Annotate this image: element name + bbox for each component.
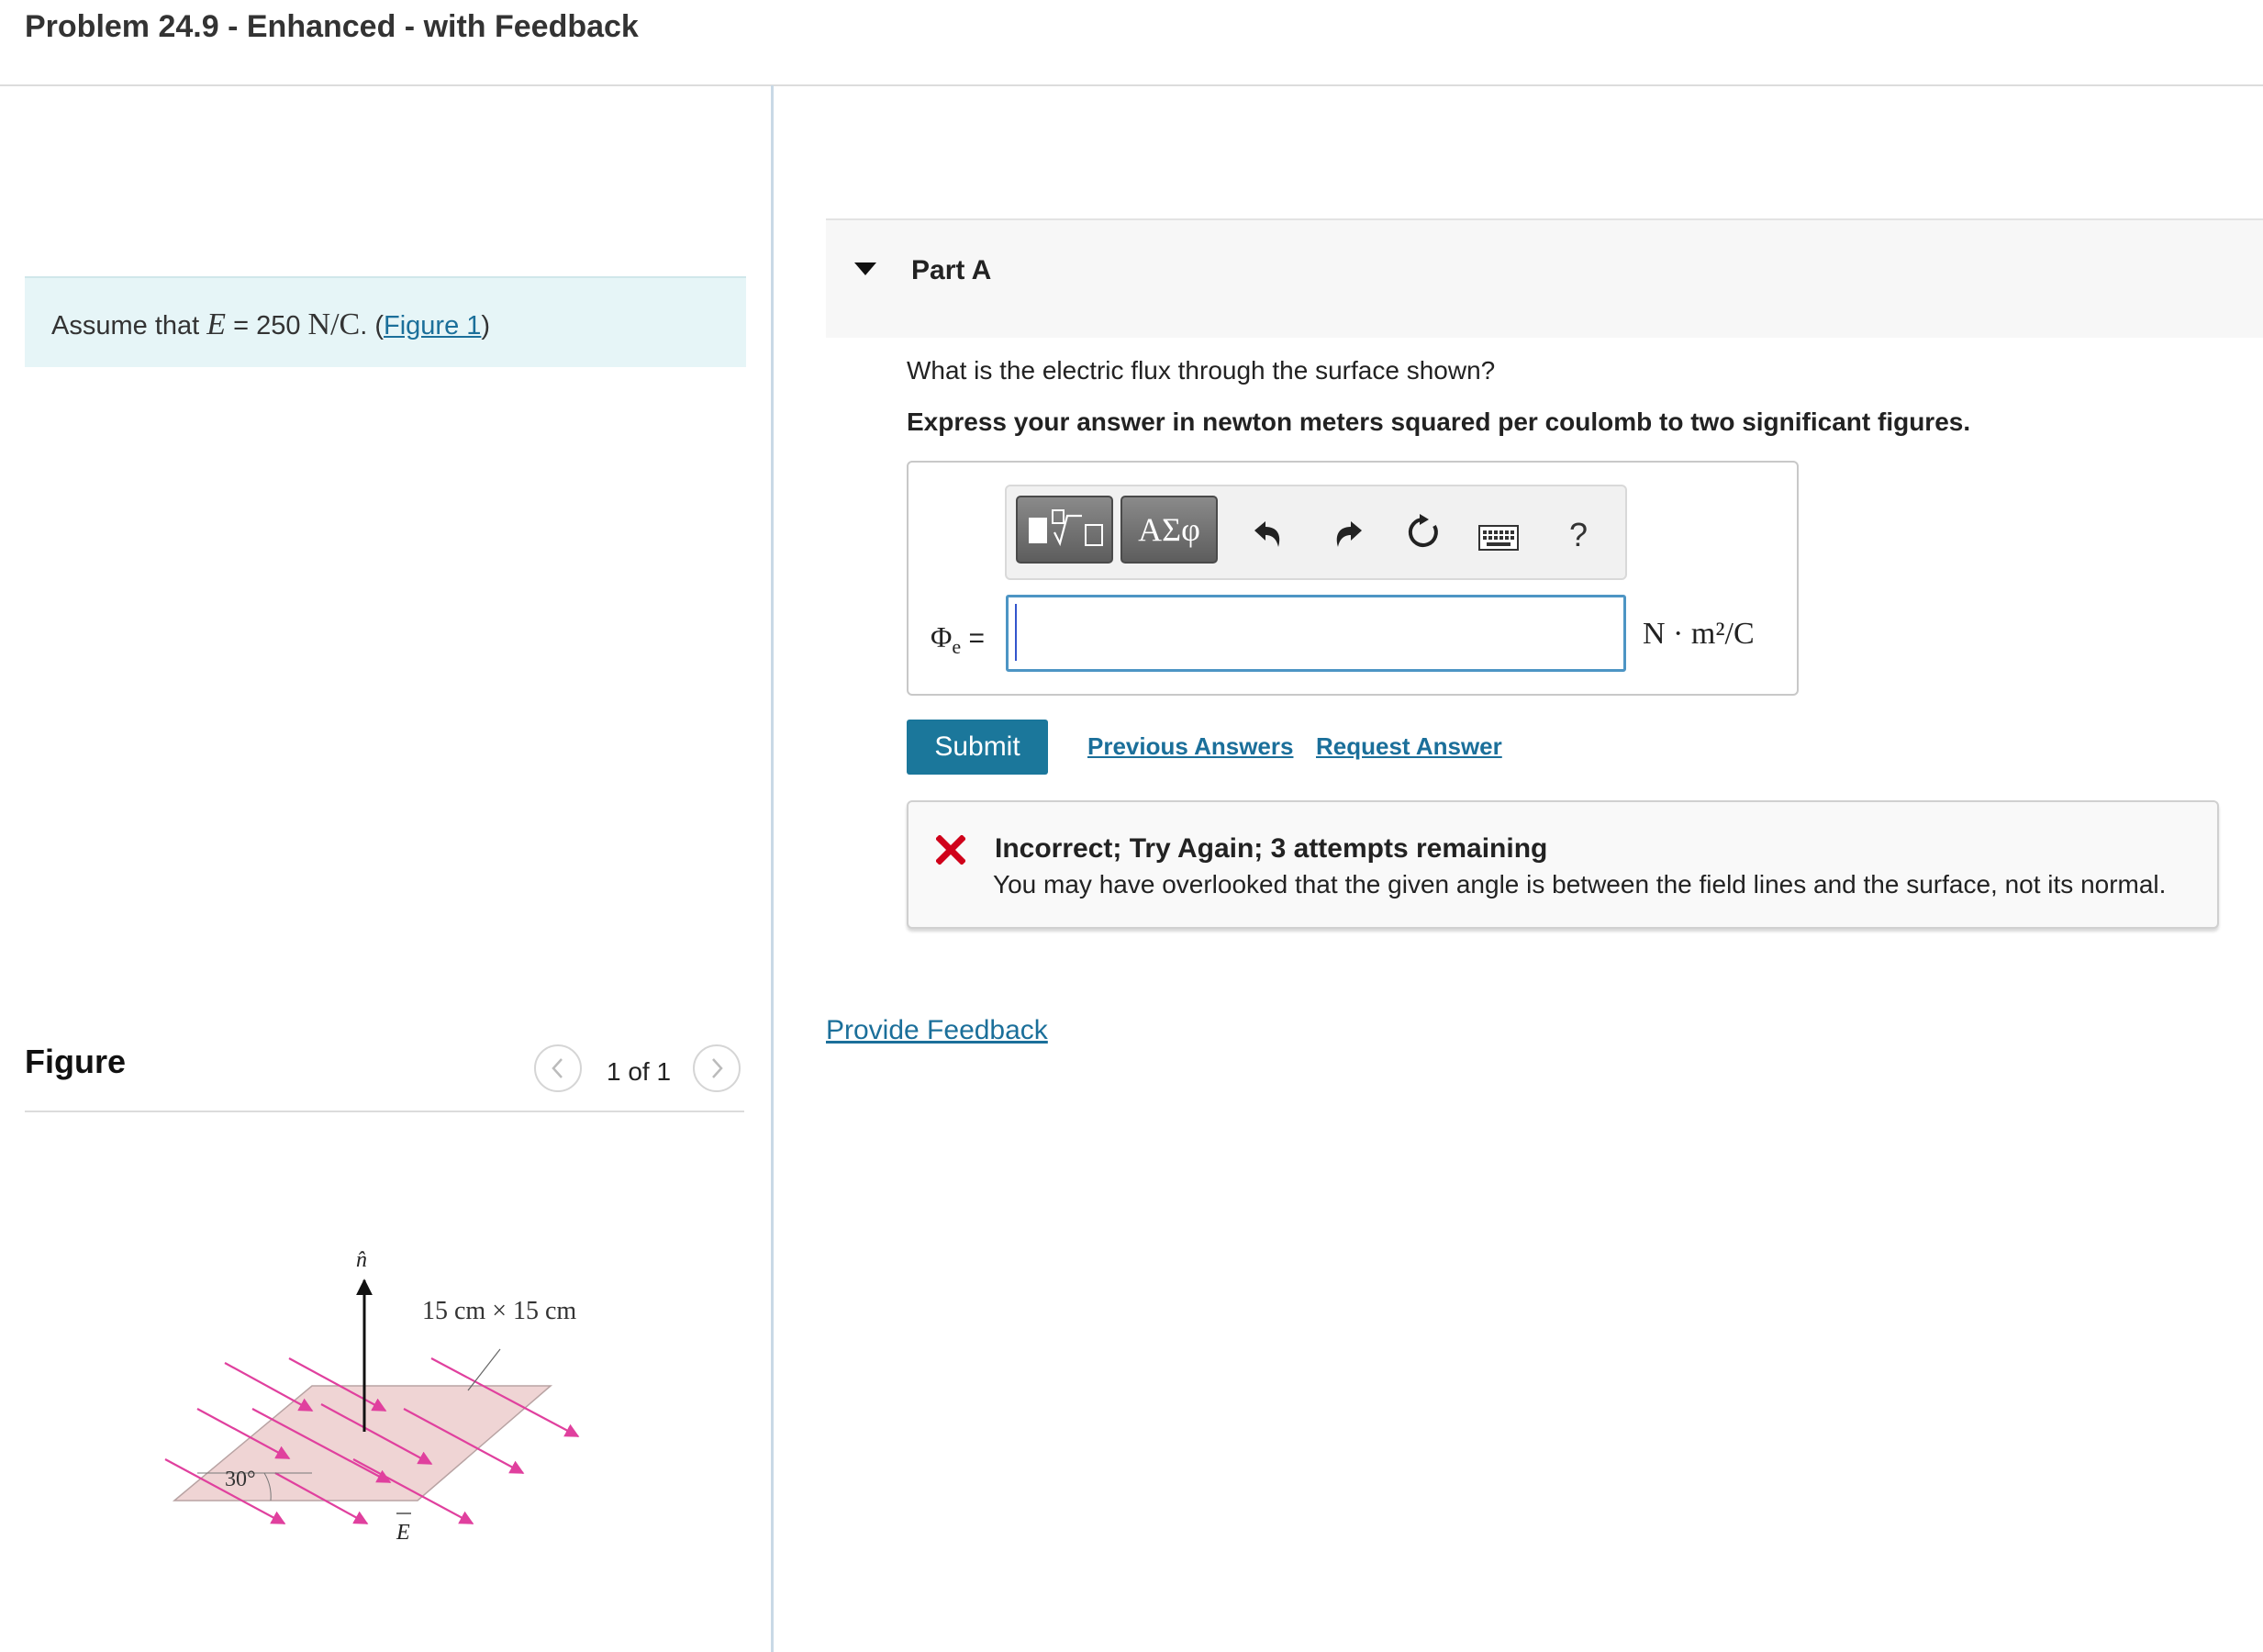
assume-text: Assume that E = 250 N/C. (Figure 1) xyxy=(51,307,490,342)
request-answer-link[interactable]: Request Answer xyxy=(1316,732,1502,761)
part-a-header[interactable]: Part A xyxy=(826,218,2263,338)
close-paren: ) xyxy=(481,311,491,340)
incorrect-x-icon xyxy=(936,835,965,865)
flux-figure: n̂ 15 cm × 15 cm 30° E xyxy=(164,1248,580,1545)
field-variable: E xyxy=(206,307,227,341)
previous-figure-button[interactable] xyxy=(534,1044,582,1092)
figure-header: Figure 1 of 1 xyxy=(25,1037,744,1112)
size-label: 15 cm × 15 cm xyxy=(422,1297,576,1325)
panel-divider[interactable] xyxy=(771,85,774,1652)
previous-answers-link[interactable]: Previous Answers xyxy=(1087,732,1293,761)
flux-symbol: Φ xyxy=(931,620,953,653)
templates-icon xyxy=(1029,509,1103,547)
problem-statement: Assume that E = 250 N/C. (Figure 1) xyxy=(25,276,746,367)
chevron-left-icon xyxy=(552,1058,563,1078)
undo-icon[interactable] xyxy=(1253,519,1284,549)
feedback-message: You may have overlooked that the given a… xyxy=(993,870,2167,899)
flux-subscript: e xyxy=(952,635,962,658)
assume-label: Assume that xyxy=(51,311,200,340)
period-paren: . ( xyxy=(360,311,385,340)
field-unit: N/C xyxy=(307,307,361,341)
greek-symbols-button[interactable]: ΑΣφ xyxy=(1120,496,1218,564)
caret-down-icon[interactable] xyxy=(853,261,877,277)
normal-label: n̂ xyxy=(356,1248,367,1272)
chevron-right-icon xyxy=(712,1058,723,1078)
help-icon[interactable]: ? xyxy=(1569,516,1588,554)
redo-icon[interactable] xyxy=(1332,519,1364,549)
figure-link[interactable]: Figure 1 xyxy=(384,311,481,340)
problem-title: Problem 24.9 - Enhanced - with Feedback xyxy=(25,9,639,44)
flux-label: Φe = xyxy=(931,620,985,659)
figure-counter: 1 of 1 xyxy=(607,1057,672,1086)
math-toolbar: ΑΣφ ? xyxy=(1005,485,1627,580)
feedback-title: Incorrect; Try Again; 3 attempts remaini… xyxy=(995,833,1548,864)
next-figure-button[interactable] xyxy=(693,1044,741,1092)
provide-feedback-link[interactable]: Provide Feedback xyxy=(826,1015,1048,1046)
reset-icon[interactable] xyxy=(1405,514,1442,551)
answer-area: ΑΣφ ? Φe = N · m²/C xyxy=(907,461,1799,696)
keyboard-icon[interactable] xyxy=(1478,525,1519,551)
angle-label: 30° xyxy=(225,1468,256,1491)
text-cursor xyxy=(1015,604,1017,661)
page-header: Problem 24.9 - Enhanced - with Feedback xyxy=(0,0,2263,86)
figure-title: Figure xyxy=(25,1043,127,1080)
equals-sign: = xyxy=(968,623,986,653)
field-value: = 250 xyxy=(233,311,301,340)
feedback-panel: Incorrect; Try Again; 3 attempts remaini… xyxy=(907,800,2219,929)
answer-input[interactable] xyxy=(1006,595,1626,672)
answer-units: N · m²/C xyxy=(1643,617,1755,651)
templates-button[interactable] xyxy=(1016,496,1113,564)
submit-button[interactable]: Submit xyxy=(907,720,1048,775)
question-text: What is the electric flux through the su… xyxy=(907,356,1496,385)
part-a-title: Part A xyxy=(911,255,992,285)
answer-instruction: Express your answer in newton meters squ… xyxy=(907,407,1971,436)
field-label: E xyxy=(396,1521,410,1545)
